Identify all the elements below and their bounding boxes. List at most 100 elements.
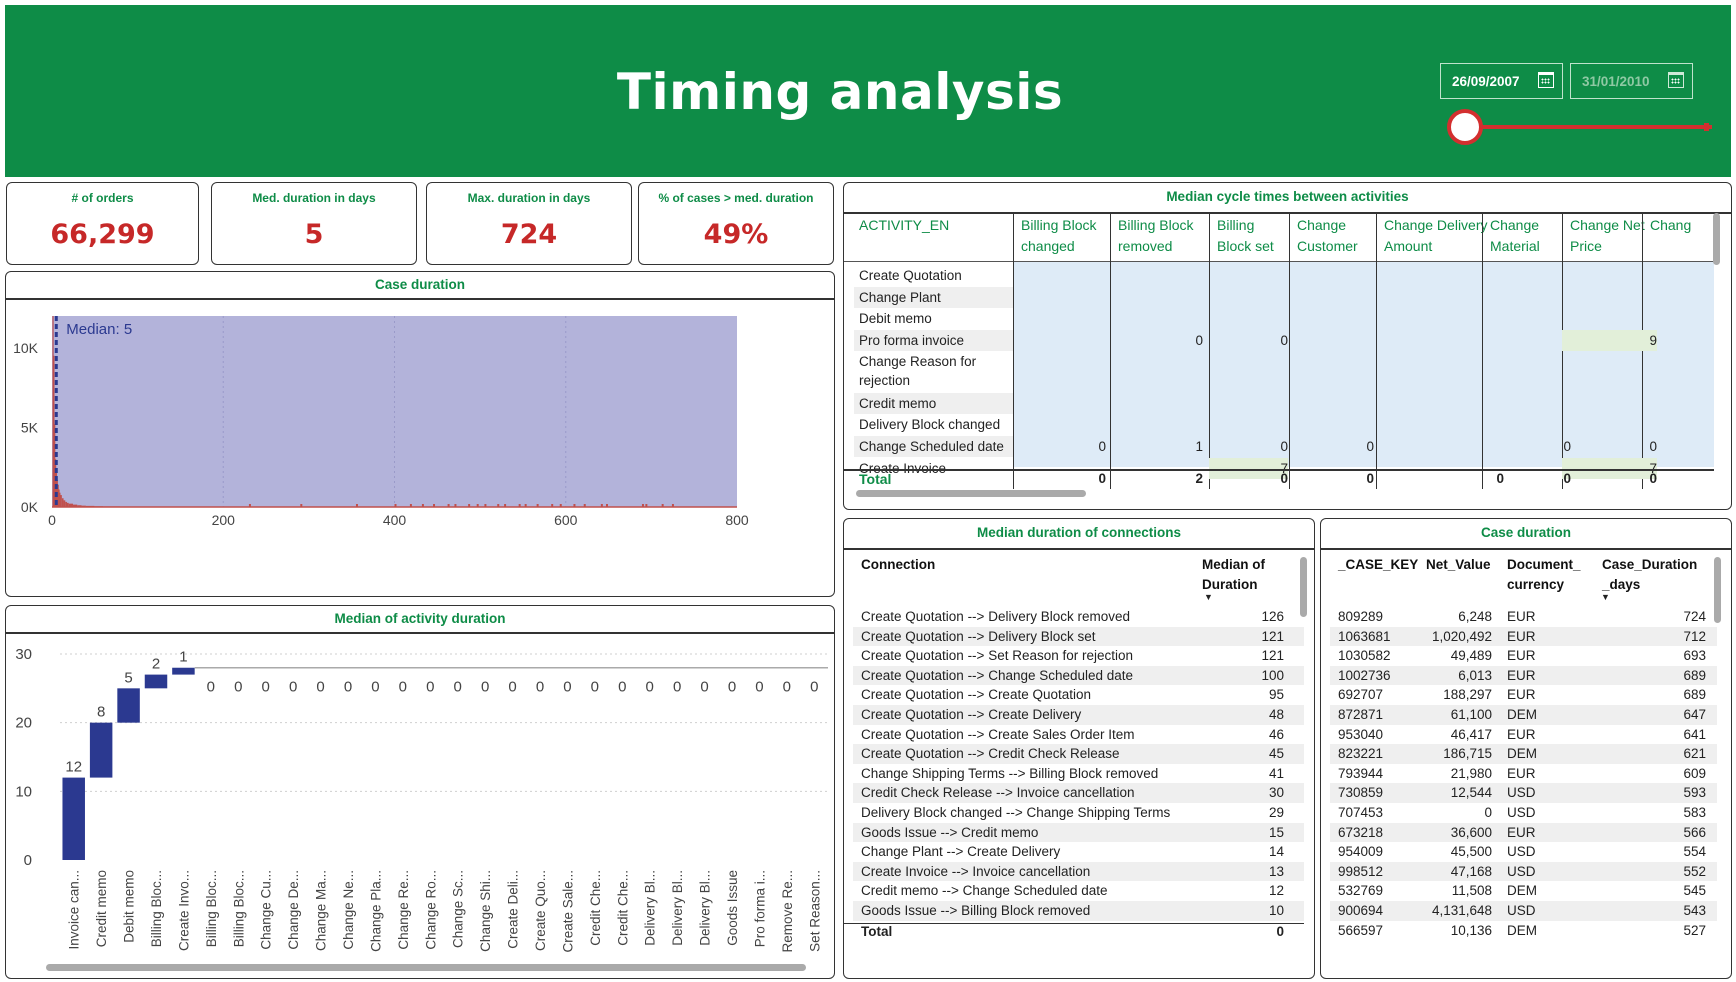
- matrix-column-header[interactable]: Change Net Price: [1570, 215, 1656, 257]
- case-key-column-header[interactable]: _CASE_KEY: [1338, 555, 1418, 575]
- matrix-cell[interactable]: 1: [1110, 436, 1203, 457]
- data-label: 0: [289, 679, 297, 696]
- histogram-bar[interactable]: [65, 501, 67, 507]
- case-duration-column-header[interactable]: Case_Duration _days: [1602, 555, 1707, 595]
- calendar-icon[interactable]: [1668, 72, 1684, 88]
- table-row[interactable]: 809289 6,248 EUR 724: [1330, 607, 1717, 627]
- table-row[interactable]: 707453 0 USD 583: [1330, 803, 1717, 823]
- table-row[interactable]: 954009 45,500 USD 554: [1330, 842, 1717, 862]
- case-duration-cell: 552: [1683, 863, 1706, 879]
- table-row[interactable]: Change Plant --> Create Delivery 14: [853, 842, 1304, 862]
- start-date-picker[interactable]: 26/09/2007: [1440, 63, 1563, 99]
- matrix-cell[interactable]: 0: [1482, 436, 1571, 457]
- table-row[interactable]: 872871 61,100 DEM 647: [1330, 705, 1717, 725]
- matrix-total-cell: 0: [1280, 471, 1288, 486]
- table-row[interactable]: Create Quotation --> Change Scheduled da…: [853, 665, 1304, 686]
- matrix-cell[interactable]: 0: [1209, 330, 1288, 351]
- panel-title: Median duration of connections: [976, 525, 1181, 540]
- matrix-cell[interactable]: 0: [1289, 436, 1374, 457]
- table-row[interactable]: 673218 36,600 EUR 566: [1330, 822, 1717, 843]
- table-row[interactable]: Create Invoice --> Invoice cancellation 1…: [853, 861, 1304, 882]
- total-value: 0: [1276, 923, 1284, 939]
- table-row[interactable]: Credit memo --> Change Scheduled date 12: [853, 881, 1304, 901]
- table-row[interactable]: Create Quotation --> Set Reason for reje…: [853, 646, 1304, 666]
- vertical-scrollbar[interactable]: [1714, 557, 1721, 623]
- currency-cell: EUR: [1507, 648, 1536, 664]
- histogram-bar[interactable]: [60, 495, 62, 507]
- waterfall-bar[interactable]: [89, 722, 113, 778]
- table-row[interactable]: 532769 11,508 DEM 545: [1330, 881, 1717, 901]
- horizontal-scrollbar[interactable]: [46, 964, 806, 971]
- matrix-column-header[interactable]: Change Material: [1490, 215, 1570, 257]
- matrix-column-header[interactable]: Billing Block changed: [1021, 215, 1105, 257]
- table-row[interactable]: 998512 47,168 USD 552: [1330, 861, 1717, 882]
- net-value-column-header[interactable]: Net_Value: [1426, 555, 1496, 575]
- matrix-cell[interactable]: 9: [1562, 330, 1657, 351]
- table-row[interactable]: Goods Issue --> Billing Block removed 10: [853, 901, 1304, 921]
- waterfall-bar[interactable]: [62, 777, 85, 860]
- table-row[interactable]: 1002736 6,013 EUR 689: [1330, 665, 1717, 686]
- case-duration-histogram[interactable]: 0K 5K 10K 0 200 400 600 800 Median: 5: [6, 300, 833, 595]
- matrix-cell[interactable]: 0: [1562, 436, 1657, 457]
- matrix-column-header[interactable]: Change Delivery Amount: [1384, 215, 1503, 257]
- matrix-column-header[interactable]: Billing Block removed: [1118, 215, 1202, 257]
- case-duration-cell: 621: [1683, 746, 1706, 762]
- matrix-cell[interactable]: 0: [1013, 436, 1106, 457]
- table-row[interactable]: 1063681 1,020,492 EUR 712: [1330, 626, 1717, 647]
- waterfall-bar[interactable]: [144, 674, 168, 689]
- date-range-slider-end-handle[interactable]: [1704, 123, 1709, 131]
- table-row[interactable]: Create Quotation --> Delivery Block set 1…: [853, 626, 1304, 647]
- table-row[interactable]: 823221 186,715 DEM 621: [1330, 744, 1717, 764]
- table-row[interactable]: Create Quotation --> Create Sales Order …: [853, 725, 1304, 745]
- matrix-column-header[interactable]: Chang: [1650, 215, 1714, 236]
- vertical-scrollbar[interactable]: [1300, 557, 1307, 617]
- currency-cell: EUR: [1507, 628, 1536, 644]
- histogram-bar[interactable]: [61, 498, 64, 507]
- vertical-scrollbar[interactable]: [1713, 213, 1720, 265]
- table-row[interactable]: Change Shipping Terms --> Billing Block …: [853, 764, 1304, 784]
- net-value-cell: 6,013: [1458, 667, 1492, 683]
- median-column-header[interactable]: Median of Duration: [1202, 555, 1284, 595]
- x-category-label: Billing Bloc...: [231, 870, 246, 947]
- kpi-label: # of orders: [71, 191, 134, 205]
- activity-duration-waterfall[interactable]: 010203012Invoice can...8Credit memo5Debi…: [6, 634, 833, 978]
- table-row[interactable]: 900694 4,131,648 USD 543: [1330, 901, 1717, 921]
- horizontal-scrollbar[interactable]: [856, 490, 1086, 497]
- matrix-column-header[interactable]: Change Customer: [1297, 215, 1373, 257]
- histogram-bar[interactable]: [63, 500, 66, 507]
- table-row[interactable]: Create Quotation --> Credit Check Releas…: [853, 744, 1304, 764]
- table-row[interactable]: 1030582 49,489 EUR 693: [1330, 646, 1717, 666]
- matrix-column-header[interactable]: Billing Block set: [1217, 215, 1287, 257]
- connection-cell: Credit memo --> Change Scheduled date: [861, 883, 1108, 899]
- x-tick-label: 200: [212, 512, 236, 528]
- table-row[interactable]: Create Quotation --> Delivery Block remo…: [853, 607, 1304, 627]
- table-row[interactable]: Goods Issue --> Credit memo 15: [853, 822, 1304, 843]
- case-key-cell: 1063681: [1338, 628, 1391, 644]
- matrix-cell[interactable]: 0: [1110, 330, 1203, 351]
- table-row[interactable]: Credit Check Release --> Invoice cancell…: [853, 783, 1304, 803]
- case-key-cell: 809289: [1338, 609, 1384, 624]
- date-range-slider-track[interactable]: [1462, 125, 1712, 129]
- table-row[interactable]: 566597 10,136 DEM 527: [1330, 921, 1717, 941]
- table-row[interactable]: Delivery Block changed --> Change Shippi…: [853, 803, 1304, 823]
- table-row[interactable]: 692707 188,297 EUR 689: [1330, 685, 1717, 705]
- net-value-cell: 0: [1484, 805, 1492, 820]
- case-key-cell: 793944: [1338, 765, 1384, 781]
- connection-cell: Goods Issue --> Billing Block removed: [861, 903, 1091, 918]
- connection-column-header[interactable]: Connection: [861, 555, 1161, 575]
- table-row[interactable]: Create Quotation --> Create Quotation 95: [853, 685, 1304, 705]
- currency-column-header[interactable]: Document_ currency: [1507, 555, 1585, 595]
- net-value-cell: 21,980: [1450, 765, 1492, 781]
- calendar-icon[interactable]: [1538, 72, 1554, 88]
- table-row[interactable]: 793944 21,980 EUR 609: [1330, 764, 1717, 784]
- date-range-slider-handle[interactable]: [1447, 109, 1483, 145]
- matrix-cell[interactable]: 0: [1209, 436, 1288, 457]
- table-row[interactable]: 730859 12,544 USD 593: [1330, 783, 1717, 803]
- end-date-picker[interactable]: 31/01/2010: [1570, 63, 1693, 99]
- waterfall-bar[interactable]: [117, 688, 140, 723]
- total-label: Total: [861, 923, 893, 939]
- sort-desc-icon: ▼: [1601, 592, 1610, 602]
- waterfall-bar[interactable]: [172, 667, 195, 675]
- table-row[interactable]: 953040 46,417 EUR 641: [1330, 725, 1717, 745]
- table-row[interactable]: Create Quotation --> Create Delivery 48: [853, 705, 1304, 725]
